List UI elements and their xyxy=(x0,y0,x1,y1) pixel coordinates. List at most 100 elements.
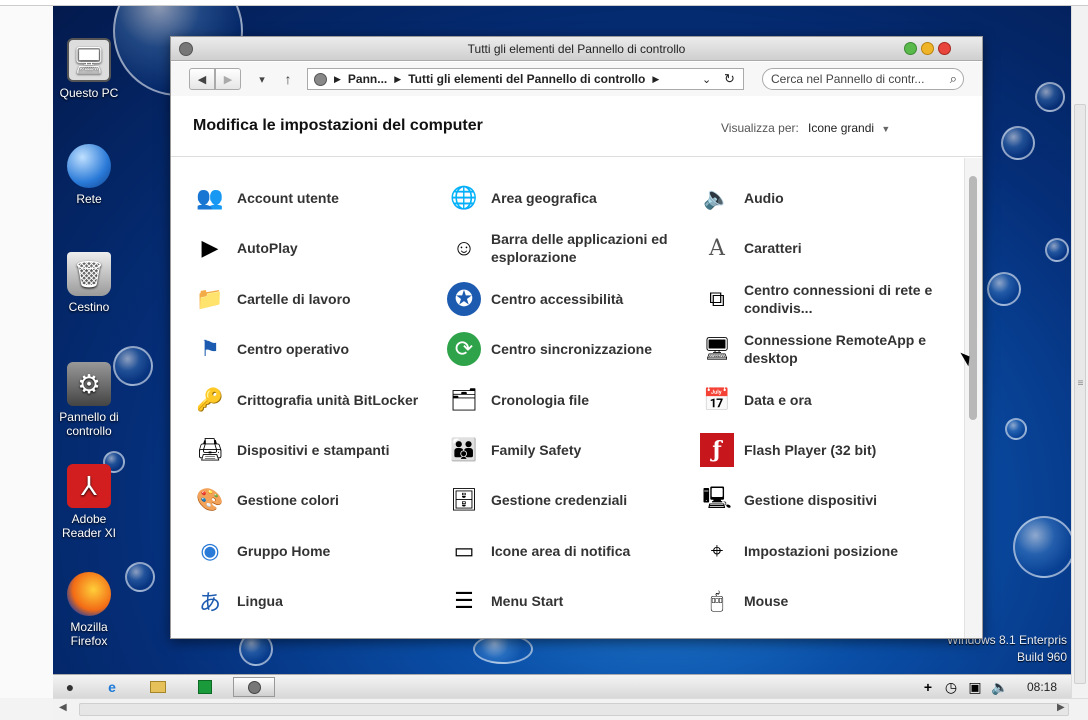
breadcrumb-current[interactable]: Tutti gli elementi del Pannello di contr… xyxy=(408,72,645,86)
control-panel-item[interactable]: 🗄 Gestione credenziali xyxy=(447,480,687,520)
recent-locations-button[interactable]: ▾ xyxy=(253,68,271,90)
breadcrumb-root[interactable]: Pann... xyxy=(348,72,387,86)
autoplay-icon: ▶ xyxy=(201,235,219,261)
control-panel-item[interactable]: 🖱 Mouse xyxy=(700,581,940,621)
computer-icon: 🖥 xyxy=(67,38,111,82)
show-hidden-icons-button[interactable]: + xyxy=(917,677,939,697)
control-panel-item[interactable]: A Caratteri xyxy=(700,228,940,268)
desktop-icon-control-panel[interactable]: ⚙ Pannello di controllo xyxy=(53,362,125,438)
finder-icon: ☺ xyxy=(452,235,476,261)
control-panel-item[interactable]: 🔈 Audio xyxy=(700,178,940,218)
control-panel-item[interactable]: ◉ Gruppo Home xyxy=(193,531,433,571)
taskbar-clock[interactable]: 08:18 xyxy=(1027,680,1057,694)
chevron-down-icon: ▼ xyxy=(881,124,891,134)
window-title: Tutti gli elementi del Pannello di contr… xyxy=(467,42,686,56)
control-panel-item[interactable]: 👥 Account utente xyxy=(193,178,433,218)
title-bar[interactable]: Tutti gli elementi del Pannello di contr… xyxy=(171,37,982,61)
control-panel-item[interactable]: あ Lingua xyxy=(193,581,433,621)
control-panel-item[interactable]: 🖳 Gestione dispositivi xyxy=(700,480,940,520)
tray-volume[interactable]: 🔈 xyxy=(989,677,1011,697)
tray-network[interactable]: ▣ xyxy=(964,677,986,697)
desktop-icon-this-pc[interactable]: 🖥 Questo PC xyxy=(53,38,125,100)
tray-clock-app[interactable]: ◷ xyxy=(940,677,962,697)
work-folders-icon: 📁 xyxy=(196,285,224,311)
desktop-icon-network[interactable]: Rete xyxy=(53,144,125,206)
minimize-button[interactable] xyxy=(921,42,934,55)
control-panel-item-label: Cartelle di lavoro xyxy=(237,290,351,307)
desktop-icon-firefox[interactable]: Mozilla Firefox xyxy=(53,572,125,648)
control-panel-item[interactable]: ▭ Icone area di notifica xyxy=(447,531,687,571)
desktop-icon-recycle-bin[interactable]: 🗑 Cestino xyxy=(53,252,125,314)
control-panel-icon xyxy=(247,680,261,694)
bubble-decoration xyxy=(1005,418,1027,440)
search-icon[interactable]: ⌕ xyxy=(950,71,957,87)
internet-explorer-icon: e xyxy=(108,679,116,695)
page-title: Modifica le impostazioni del computer xyxy=(193,117,483,134)
search-placeholder: Cerca nel Pannello di contr... xyxy=(771,72,925,86)
control-panel-item-label: Connessione RemoteApp e desktop xyxy=(744,332,927,367)
control-panel-item[interactable]: 📅 Data e ora xyxy=(700,380,940,420)
bitlocker-icon: 🔑 xyxy=(196,386,224,412)
control-panel-item[interactable]: 📁 Cartelle di lavoro xyxy=(193,279,433,319)
control-panel-item[interactable]: ƒ Flash Player (32 bit) xyxy=(700,430,940,470)
view-by-dropdown[interactable]: Icone grandi ▼ xyxy=(808,121,890,135)
content-vertical-scrollbar[interactable] xyxy=(964,158,982,638)
control-panel-item[interactable]: 🖥 Connessione RemoteApp e desktop xyxy=(700,329,940,369)
host-horizontal-scroll-thumb[interactable] xyxy=(79,703,1069,716)
forward-button[interactable]: ▶ xyxy=(215,68,241,90)
close-button[interactable] xyxy=(938,42,951,55)
device-manager-icon: 🖳 xyxy=(702,485,732,511)
control-panel-item[interactable]: 🎨 Gestione colori xyxy=(193,480,433,520)
control-panel-item[interactable]: 🖨 Dispositivi e stampanti xyxy=(193,430,433,470)
color-management-icon: 🎨 xyxy=(196,487,224,513)
control-panel-item[interactable]: ⌖ Impostazioni posizione xyxy=(700,531,940,571)
control-panel-item[interactable]: ▶ AutoPlay xyxy=(193,228,433,268)
host-vertical-scroll-thumb[interactable] xyxy=(1074,104,1086,684)
control-panel-item[interactable]: 🔑 Crittografia unità BitLocker xyxy=(193,380,433,420)
desktop-icon-label: Questo PC xyxy=(59,86,119,100)
taskbar-store[interactable] xyxy=(194,677,216,697)
control-panel-small-icon xyxy=(314,72,327,86)
control-panel-item[interactable]: ⧉ Centro connessioni di rete e condivis..… xyxy=(700,279,940,319)
control-panel-item[interactable]: 👪 Family Safety xyxy=(447,430,687,470)
credential-vault-icon: 🗄 xyxy=(450,487,478,513)
taskbar-control-panel[interactable] xyxy=(233,677,275,697)
taskbar-ie[interactable]: e xyxy=(101,677,123,697)
control-panel-item[interactable]: ☰ Menu Start xyxy=(447,581,687,621)
control-panel-item[interactable]: 🗂 Cronologia file xyxy=(447,380,687,420)
clock-icon: ◷ xyxy=(944,678,958,695)
breadcrumb-separator-icon: ▶ xyxy=(652,73,660,84)
search-box[interactable]: Cerca nel Pannello di contr... ⌕ xyxy=(762,68,964,90)
control-panel-item-label: Centro sincronizzazione xyxy=(491,341,653,358)
content-scroll-thumb[interactable] xyxy=(969,176,977,420)
control-panel-item[interactable]: ✪ Centro accessibilità xyxy=(447,279,687,319)
calendar-clock-icon: 📅 xyxy=(703,386,731,412)
control-panel-item-label: Caratteri xyxy=(744,240,802,257)
desktop-icon-adobe-reader[interactable]: ⅄ Adobe Reader XI xyxy=(53,464,125,540)
control-panel-item[interactable]: ⚑ Centro operativo xyxy=(193,329,433,369)
host-horizontal-scrollbar[interactable]: ◀ ▶ xyxy=(53,698,1088,720)
up-button[interactable]: ↑ xyxy=(279,68,297,90)
control-panel-item-label: Flash Player (32 bit) xyxy=(744,442,877,458)
globe-clock-icon: 🌐 xyxy=(450,185,478,210)
control-panel-item[interactable]: 🌐 Area geografica xyxy=(447,178,687,218)
maximize-button[interactable] xyxy=(904,42,917,55)
taskbar-explorer[interactable] xyxy=(147,677,169,697)
control-panel-item-label: Audio xyxy=(744,190,784,206)
back-button[interactable]: ◀ xyxy=(189,68,215,90)
plus-icon: + xyxy=(923,679,933,695)
scroll-right-icon[interactable]: ▶ xyxy=(1057,702,1065,713)
start-button[interactable]: ● xyxy=(59,677,81,697)
printer-icon: 🖨 xyxy=(196,437,224,462)
host-vertical-scrollbar[interactable]: ≡ xyxy=(1071,6,1088,698)
control-panel-item-label: Area geografica xyxy=(491,190,597,206)
address-bar[interactable]: ▶ Pann... ▶ Tutti gli elementi del Panne… xyxy=(307,68,744,90)
flash-icon: ƒ xyxy=(700,433,734,467)
control-panel-item[interactable]: ☺ Barra delle applicazioni ed esplorazion… xyxy=(447,228,687,268)
address-dropdown-icon[interactable]: ⌄ xyxy=(702,73,711,86)
scroll-left-icon[interactable]: ◀ xyxy=(59,702,67,713)
control-panel-item-label: Account utente xyxy=(237,190,339,206)
desktop-icon-label: Mozilla Firefox xyxy=(70,620,108,648)
refresh-icon[interactable]: ↻ xyxy=(724,71,735,87)
control-panel-item[interactable]: ⟳ Centro sincronizzazione xyxy=(447,329,687,369)
